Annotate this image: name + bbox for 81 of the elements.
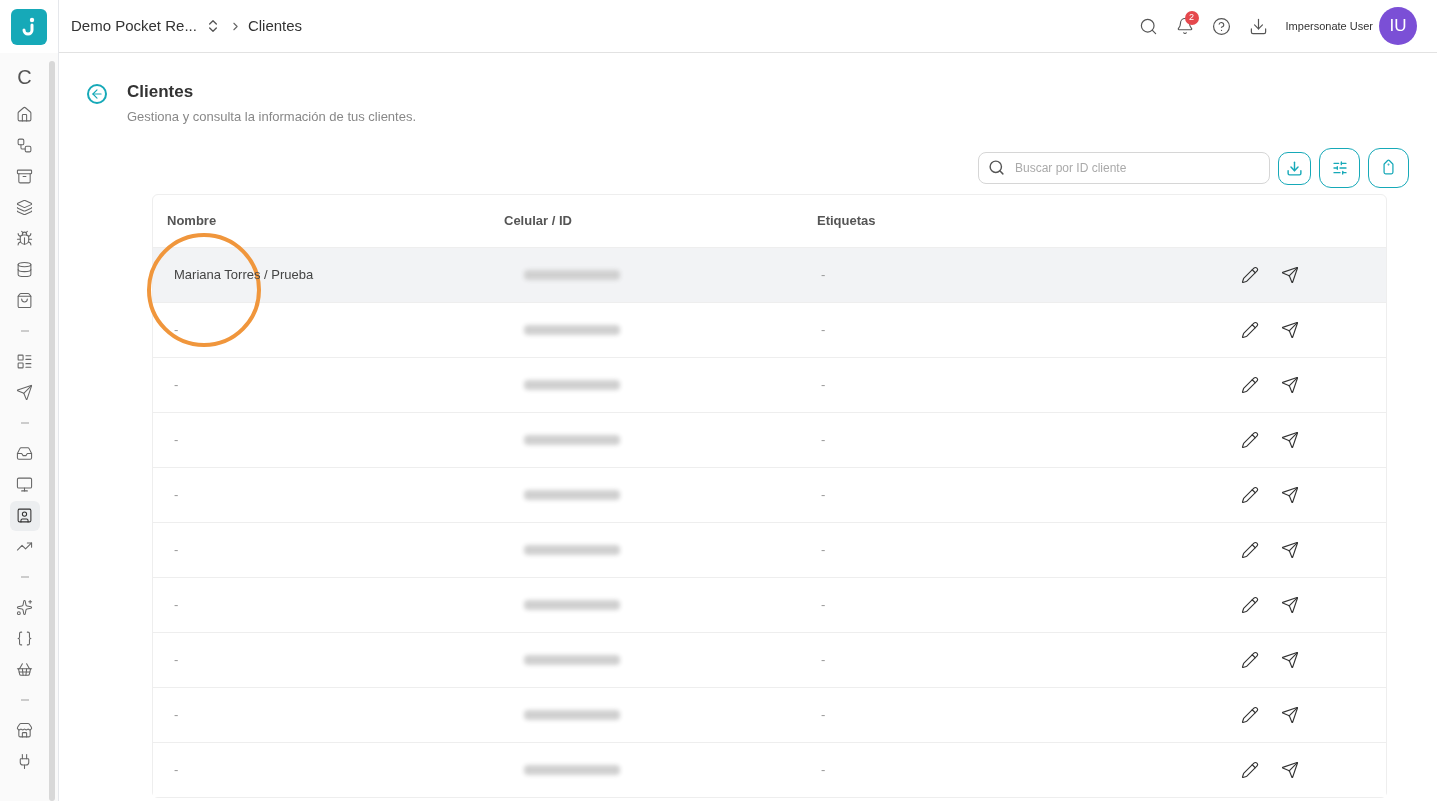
table-cell-text: - — [821, 486, 827, 505]
table-cell-text: - — [821, 431, 827, 450]
table-cell-text: - — [821, 266, 827, 285]
send-icon[interactable] — [1281, 376, 1299, 394]
store-icon — [16, 722, 33, 739]
edit-icon[interactable] — [1241, 376, 1259, 394]
table-cell-text: - — [174, 651, 180, 670]
app-logo[interactable] — [11, 8, 47, 45]
table-cell-text: - — [174, 706, 180, 725]
notification-badge: 2 — [1184, 11, 1199, 25]
table-cell-text: - — [821, 651, 827, 670]
edit-icon[interactable] — [1241, 321, 1259, 339]
edit-icon[interactable] — [1241, 486, 1259, 504]
table-cell-text: - — [821, 761, 827, 780]
send-icon[interactable] — [1281, 761, 1299, 779]
sidebar-item[interactable] — [9, 500, 40, 531]
flow-icon — [16, 137, 33, 154]
edit-icon[interactable] — [1241, 541, 1259, 559]
help-icon[interactable] — [1211, 16, 1231, 36]
breadcrumb-current[interactable]: Clientes — [247, 14, 303, 38]
send-icon[interactable] — [1281, 431, 1299, 449]
send-icon[interactable] — [1281, 651, 1299, 669]
table-cell-text: - — [174, 761, 180, 780]
scrollbar[interactable] — [49, 61, 55, 801]
archive-icon — [16, 168, 33, 185]
refresh-label[interactable]: C — [17, 67, 32, 87]
download-icon — [1286, 159, 1303, 177]
filter-button[interactable] — [1319, 148, 1360, 188]
table-row[interactable]: - - — [153, 742, 1386, 797]
bag-icon — [16, 292, 33, 309]
download-icon[interactable] — [1248, 16, 1268, 36]
search-icon — [988, 159, 1005, 176]
page-subtitle: Gestiona y consulta la información de tus clientes. — [127, 107, 417, 126]
layers-icon — [16, 199, 33, 216]
page-title: Clientes — [127, 81, 195, 103]
send-icon[interactable] — [1281, 596, 1299, 614]
table-cell-text: - — [821, 376, 827, 395]
column-header: Celular / ID — [504, 212, 573, 231]
table-cell-text: - — [174, 541, 180, 560]
table-cell-text: - — [821, 541, 827, 560]
edit-icon[interactable] — [1241, 431, 1259, 449]
edit-icon[interactable] — [1241, 706, 1259, 724]
layout-icon — [16, 353, 33, 370]
home-icon — [16, 106, 33, 123]
table-cell-text: - — [821, 596, 827, 615]
table-cell-text: - — [821, 321, 827, 340]
edit-icon[interactable] — [1241, 651, 1259, 669]
search-icon[interactable] — [1138, 16, 1158, 36]
user-name[interactable]: Impersonate User — [1285, 17, 1373, 35]
back-icon[interactable] — [87, 84, 107, 104]
database-icon — [16, 261, 33, 278]
user-avatar[interactable]: IU — [1379, 7, 1417, 45]
table-cell-text: - — [174, 376, 180, 395]
table-cell-text: - — [174, 486, 180, 505]
edit-icon[interactable] — [1241, 266, 1259, 284]
send-icon[interactable] — [1281, 321, 1299, 339]
braces-icon — [16, 630, 33, 647]
send-icon[interactable] — [1281, 541, 1299, 559]
column-header: Etiquetas — [817, 212, 877, 231]
table-cell-text: - — [821, 706, 827, 725]
bug-icon — [16, 230, 33, 247]
sparkles-icon — [16, 599, 33, 616]
basket-icon — [16, 661, 33, 678]
tag-button[interactable] — [1368, 148, 1409, 188]
contact-icon — [16, 507, 33, 524]
send-icon[interactable] — [1281, 266, 1299, 284]
inbox-icon — [16, 445, 33, 462]
edit-icon[interactable] — [1241, 596, 1259, 614]
column-header: Nombre — [167, 212, 218, 231]
workspace-name[interactable]: Demo Pocket Re... — [71, 14, 197, 38]
search-field[interactable]: Buscar por ID cliente — [978, 152, 1270, 184]
send-icon[interactable] — [1281, 486, 1299, 504]
download-button[interactable] — [1278, 151, 1311, 185]
edit-icon[interactable] — [1241, 761, 1259, 779]
sliders-icon — [1331, 160, 1348, 176]
table-cell-text: - — [174, 431, 180, 450]
send-icon[interactable] — [1281, 706, 1299, 724]
table-cell-text: - — [174, 596, 180, 615]
table-cell-text: - — [174, 321, 180, 340]
monitor-icon — [16, 476, 33, 493]
send-icon — [16, 384, 33, 401]
